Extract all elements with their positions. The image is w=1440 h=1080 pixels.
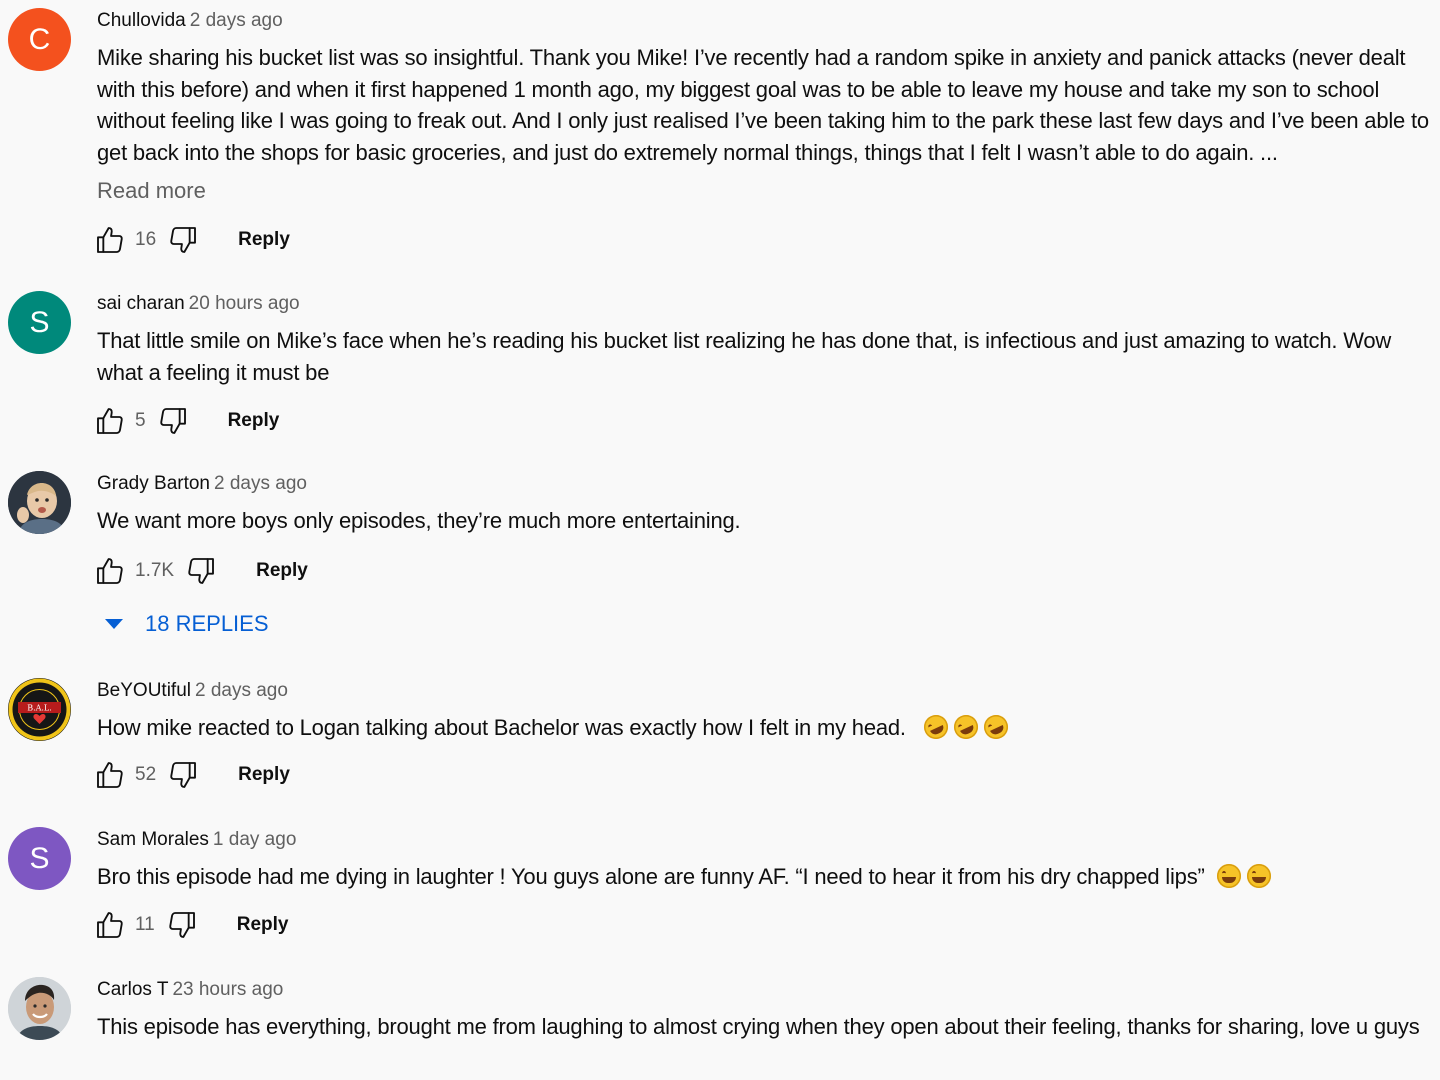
author-name[interactable]: Grady Barton xyxy=(97,473,210,494)
comment-text-content: Bro this episode had me dying in laughte… xyxy=(97,864,1205,889)
comment-header: Chullovida 2 days ago xyxy=(97,8,1434,34)
thumbs-down-icon xyxy=(170,762,197,788)
author-name[interactable]: BeYOUtiful xyxy=(97,680,191,701)
avatar-letter: S xyxy=(29,305,50,339)
comment-text-content: How mike reacted to Logan talking about … xyxy=(97,715,906,740)
comment-text: Mike sharing his bucket list was so insi… xyxy=(97,45,1429,165)
like-count: 11 xyxy=(135,914,155,935)
author-name[interactable]: Carlos T xyxy=(97,979,168,1000)
like-count: 5 xyxy=(135,410,146,431)
like-count: 1.7K xyxy=(135,560,175,581)
profile-photo-icon xyxy=(8,471,71,534)
view-replies-button[interactable]: 18 REPLIES xyxy=(105,609,269,639)
like-button[interactable] xyxy=(93,758,127,792)
comment-text: That little smile on Mike’s face when he… xyxy=(97,328,1392,385)
dislike-button[interactable] xyxy=(156,404,190,438)
comment-actions: 1.7K Reply xyxy=(93,551,308,591)
comment-actions: 5 Reply xyxy=(93,401,279,441)
comment-text: We want more boys only episodes, they’re… xyxy=(97,508,741,533)
dislike-button[interactable] xyxy=(184,554,218,588)
dislike-button[interactable] xyxy=(166,223,200,257)
comment-body: Carlos T 23 hours ago This episode has ev… xyxy=(97,977,1434,1043)
author-name[interactable]: sai charan xyxy=(97,293,185,314)
comment-actions: 11 Reply xyxy=(93,905,288,945)
reply-button[interactable]: Reply xyxy=(256,560,308,582)
comment-body: Sam Morales 1 day ago Bro this episode ha… xyxy=(97,827,1434,893)
dislike-button[interactable] xyxy=(165,908,199,942)
comment-text: This episode has everything, brought me … xyxy=(97,1014,1420,1039)
comments-section: C Chullovida 2 days ago Mike sharing his … xyxy=(0,0,1440,1080)
avatar-letter: S xyxy=(29,841,50,875)
avatar[interactable] xyxy=(8,471,71,534)
face-with-tears-of-joy-emoji xyxy=(1216,864,1241,888)
timestamp[interactable]: 1 day ago xyxy=(213,829,296,850)
profile-photo-icon xyxy=(8,977,71,1040)
rolling-on-floor-laughing-emoji xyxy=(949,711,982,743)
avatar-letter: C xyxy=(28,22,51,56)
logo-lettering: B.A.L. xyxy=(27,704,52,713)
thumbs-up-icon xyxy=(97,558,123,584)
rolling-on-floor-laughing-emoji xyxy=(919,711,952,743)
comment-actions: 16 Reply xyxy=(93,220,290,260)
like-button[interactable] xyxy=(93,554,127,588)
comment-header: Carlos T 23 hours ago xyxy=(97,977,1434,1003)
avatar[interactable] xyxy=(8,977,71,1040)
caret-down-icon xyxy=(105,619,123,629)
reply-button[interactable]: Reply xyxy=(238,764,290,786)
comment-header: Sam Morales 1 day ago xyxy=(97,827,1434,853)
avatar[interactable]: C xyxy=(8,8,71,71)
thumbs-down-icon xyxy=(159,408,186,434)
comment-actions: 52 Reply xyxy=(93,755,290,795)
thumbs-up-icon xyxy=(97,408,123,434)
comment-body: BeYOUtiful 2 days ago How mike reacted to… xyxy=(97,678,1434,744)
rolling-on-floor-laughing-emoji xyxy=(979,711,1012,743)
dislike-button[interactable] xyxy=(166,758,200,792)
like-button[interactable] xyxy=(93,404,127,438)
avatar[interactable]: S xyxy=(8,291,71,354)
thumbs-down-icon xyxy=(169,912,195,938)
like-button[interactable] xyxy=(93,908,127,942)
comment-body: Chullovida 2 days ago Mike sharing his bu… xyxy=(97,8,1434,206)
comment-text: How mike reacted to Logan talking about … xyxy=(97,711,1434,744)
comment-header: sai charan 20 hours ago xyxy=(97,291,1434,317)
replies-count-label: 18 REPLIES xyxy=(145,611,269,636)
thumbs-up-icon xyxy=(97,762,123,788)
channel-logo-icon: B.A.L. xyxy=(8,678,71,741)
timestamp[interactable]: 20 hours ago xyxy=(189,293,300,314)
reply-button[interactable]: Reply xyxy=(228,410,280,432)
comment-body: sai charan 20 hours ago That little smile… xyxy=(97,291,1434,388)
read-more-button[interactable]: Read more xyxy=(97,176,1434,206)
like-button[interactable] xyxy=(93,223,127,257)
reply-button[interactable]: Reply xyxy=(238,229,290,251)
timestamp[interactable]: 2 days ago xyxy=(190,10,283,31)
thumbs-up-icon xyxy=(97,912,123,938)
face-with-tears-of-joy-emoji xyxy=(1246,864,1271,888)
thumbs-down-icon xyxy=(170,227,197,253)
like-count: 52 xyxy=(135,764,157,785)
like-count: 16 xyxy=(135,229,157,250)
timestamp[interactable]: 2 days ago xyxy=(214,473,307,494)
comment-text: Bro this episode had me dying in laughte… xyxy=(97,861,1434,893)
comment-header: Grady Barton 2 days ago xyxy=(97,471,1434,497)
timestamp[interactable]: 2 days ago xyxy=(195,680,288,701)
thumbs-up-icon xyxy=(97,227,123,253)
avatar[interactable]: S xyxy=(8,827,71,890)
timestamp[interactable]: 23 hours ago xyxy=(172,979,283,1000)
avatar[interactable]: B.A.L. xyxy=(8,678,71,741)
thumbs-down-icon xyxy=(188,558,215,584)
author-name[interactable]: Sam Morales xyxy=(97,829,209,850)
comment-body: Grady Barton 2 days ago We want more boys… xyxy=(97,471,1434,537)
reply-button[interactable]: Reply xyxy=(237,914,289,936)
comment-header: BeYOUtiful 2 days ago xyxy=(97,678,1434,704)
author-name[interactable]: Chullovida xyxy=(97,10,186,31)
